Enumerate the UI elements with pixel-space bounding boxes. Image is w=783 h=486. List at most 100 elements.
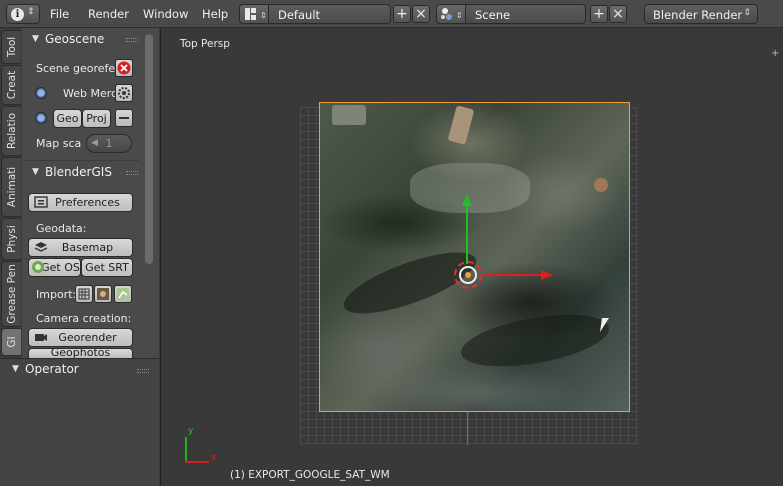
blendergis-header[interactable]: ▼ BlenderGIS — [28, 163, 138, 183]
corner-x-axis — [185, 461, 209, 463]
tab-animation[interactable]: Animati — [1, 157, 21, 217]
section-divider — [26, 160, 139, 161]
operator-title: Operator — [25, 362, 79, 376]
corner-x-label: x — [211, 453, 217, 463]
menu-help[interactable]: Help — [202, 7, 228, 21]
terrain-patch — [457, 305, 613, 376]
clear-geo-button[interactable] — [115, 109, 133, 127]
geo-radio[interactable] — [35, 112, 47, 124]
proj-button[interactable]: Proj — [82, 109, 111, 128]
chevron-updown-icon: ⇕ — [27, 7, 35, 17]
georef-status-button[interactable] — [115, 59, 133, 77]
geophotos-button[interactable]: Geophotos — [28, 348, 133, 358]
scene-icon: ⇕ — [436, 4, 466, 24]
viewport-status-text: (1) EXPORT_GOOGLE_SAT_WM — [230, 469, 390, 481]
crs-label: Web Merc — [63, 87, 118, 100]
tab-grease-pencil[interactable]: Grease Pen — [1, 261, 21, 327]
3d-viewport[interactable]: Top Persp + y x (1) EXPORT_GOOGLE_SAT_WM — [160, 28, 783, 486]
chevron-updown-icon: ⇕ — [743, 8, 751, 18]
gpx-track-icon — [117, 288, 129, 300]
editor-type-button[interactable]: i ⇕ — [6, 4, 40, 24]
georender-label: Georender — [58, 331, 117, 344]
basemap-label: Basemap — [61, 241, 114, 254]
crs-settings-button[interactable] — [115, 84, 133, 102]
render-engine-select[interactable]: Blender Render ⇕ — [644, 4, 758, 24]
panel-scrollbar[interactable] — [145, 34, 153, 264]
drag-grip-icon[interactable] — [126, 171, 138, 175]
geophotos-label: Geophotos — [50, 348, 111, 358]
grid-import-icon — [78, 288, 90, 300]
map-scale-value: 1 — [105, 137, 113, 150]
svg-text:⇕: ⇕ — [260, 11, 267, 20]
georender-button[interactable]: Georender — [28, 328, 133, 347]
remove-layout-button[interactable]: × — [412, 5, 430, 23]
remove-scene-button[interactable]: × — [609, 5, 627, 23]
menu-file[interactable]: File — [50, 7, 69, 21]
menu-window[interactable]: Window — [143, 7, 188, 21]
preferences-label: Preferences — [55, 196, 120, 209]
collapse-triangle-icon: ▼ — [32, 167, 39, 177]
svg-text:⇕: ⇕ — [456, 11, 463, 20]
geodata-label: Geodata: — [36, 222, 87, 235]
terrain-patch — [594, 178, 608, 192]
menu-render[interactable]: Render — [88, 7, 129, 21]
y-arrow-head-icon[interactable] — [462, 194, 472, 206]
satellite-image-plane[interactable] — [319, 102, 630, 412]
geoscene-header[interactable]: ▼ Geoscene — [28, 30, 138, 50]
screen-layout-field[interactable]: ⇕ Default — [239, 4, 391, 24]
preferences-icon — [34, 196, 48, 208]
viewport-corner-plus-icon[interactable]: + — [771, 48, 781, 59]
layout-name: Default — [278, 8, 321, 22]
basemap-button[interactable]: Basemap — [28, 238, 133, 257]
geo-button[interactable]: Geo — [53, 109, 82, 128]
close-circle-icon — [117, 61, 131, 75]
scene-georef-label: Scene georefe — [36, 62, 116, 75]
top-header: i ⇕ File Render Window Help ⇕ Default + … — [0, 0, 783, 28]
chevron-left-icon: ◀ — [91, 138, 98, 148]
x-arrow-head-icon[interactable] — [541, 270, 553, 280]
add-layout-button[interactable]: + — [393, 5, 411, 23]
tool-shelf-tabs: Tool Creat Relatio Animati Physi Grease … — [0, 28, 22, 358]
tab-gis[interactable]: GI — [1, 328, 21, 356]
drag-grip-icon[interactable] — [137, 369, 149, 373]
collapse-triangle-icon[interactable]: ▼ — [12, 364, 19, 374]
terrain-patch — [332, 105, 366, 125]
tab-physics[interactable]: Physi — [1, 218, 21, 260]
crs-radio[interactable] — [35, 87, 47, 99]
camera-icon — [35, 334, 47, 341]
operator-panel: ▼ Operator — [0, 358, 159, 486]
corner-y-axis — [185, 437, 187, 463]
tab-tool[interactable]: Tool — [1, 30, 21, 64]
y-manipulator-arrow[interactable] — [466, 206, 468, 264]
drag-grip-icon[interactable] — [126, 38, 138, 42]
corner-y-label: y — [188, 426, 194, 436]
info-icon: i — [11, 8, 24, 21]
map-scale-label: Map sca — [36, 137, 82, 150]
render-engine-value: Blender Render — [653, 8, 743, 22]
tab-create[interactable]: Creat — [1, 65, 21, 105]
image-icon — [97, 288, 109, 300]
object-origin-icon — [465, 272, 471, 278]
tab-relations[interactable]: Relatio — [1, 106, 21, 156]
preferences-button[interactable]: Preferences — [28, 193, 133, 212]
add-scene-button[interactable]: + — [590, 5, 608, 23]
minus-icon — [119, 117, 129, 119]
scene-field[interactable]: ⇕ Scene — [436, 4, 586, 24]
import-shapefile-button[interactable] — [75, 285, 93, 303]
gear-icon — [118, 87, 130, 99]
scene-name: Scene — [475, 8, 511, 22]
import-raster-button[interactable] — [94, 285, 112, 303]
collapse-triangle-icon: ▼ — [32, 34, 39, 44]
map-scale-field[interactable]: ◀ 1 — [86, 134, 132, 153]
layout-icon: ⇕ — [239, 4, 269, 24]
import-gpx-button[interactable] — [114, 285, 132, 303]
osm-icon — [32, 261, 44, 273]
x-manipulator-arrow[interactable] — [483, 274, 543, 276]
get-srtm-button[interactable]: Get SRT — [81, 258, 133, 277]
terrain-patch — [447, 105, 475, 145]
get-osm-button[interactable]: Get OS — [28, 258, 81, 277]
camera-creation-label: Camera creation: — [36, 312, 132, 325]
view-label: Top Persp — [180, 38, 230, 50]
layers-icon — [34, 242, 48, 252]
import-label: Import: — [36, 288, 77, 301]
